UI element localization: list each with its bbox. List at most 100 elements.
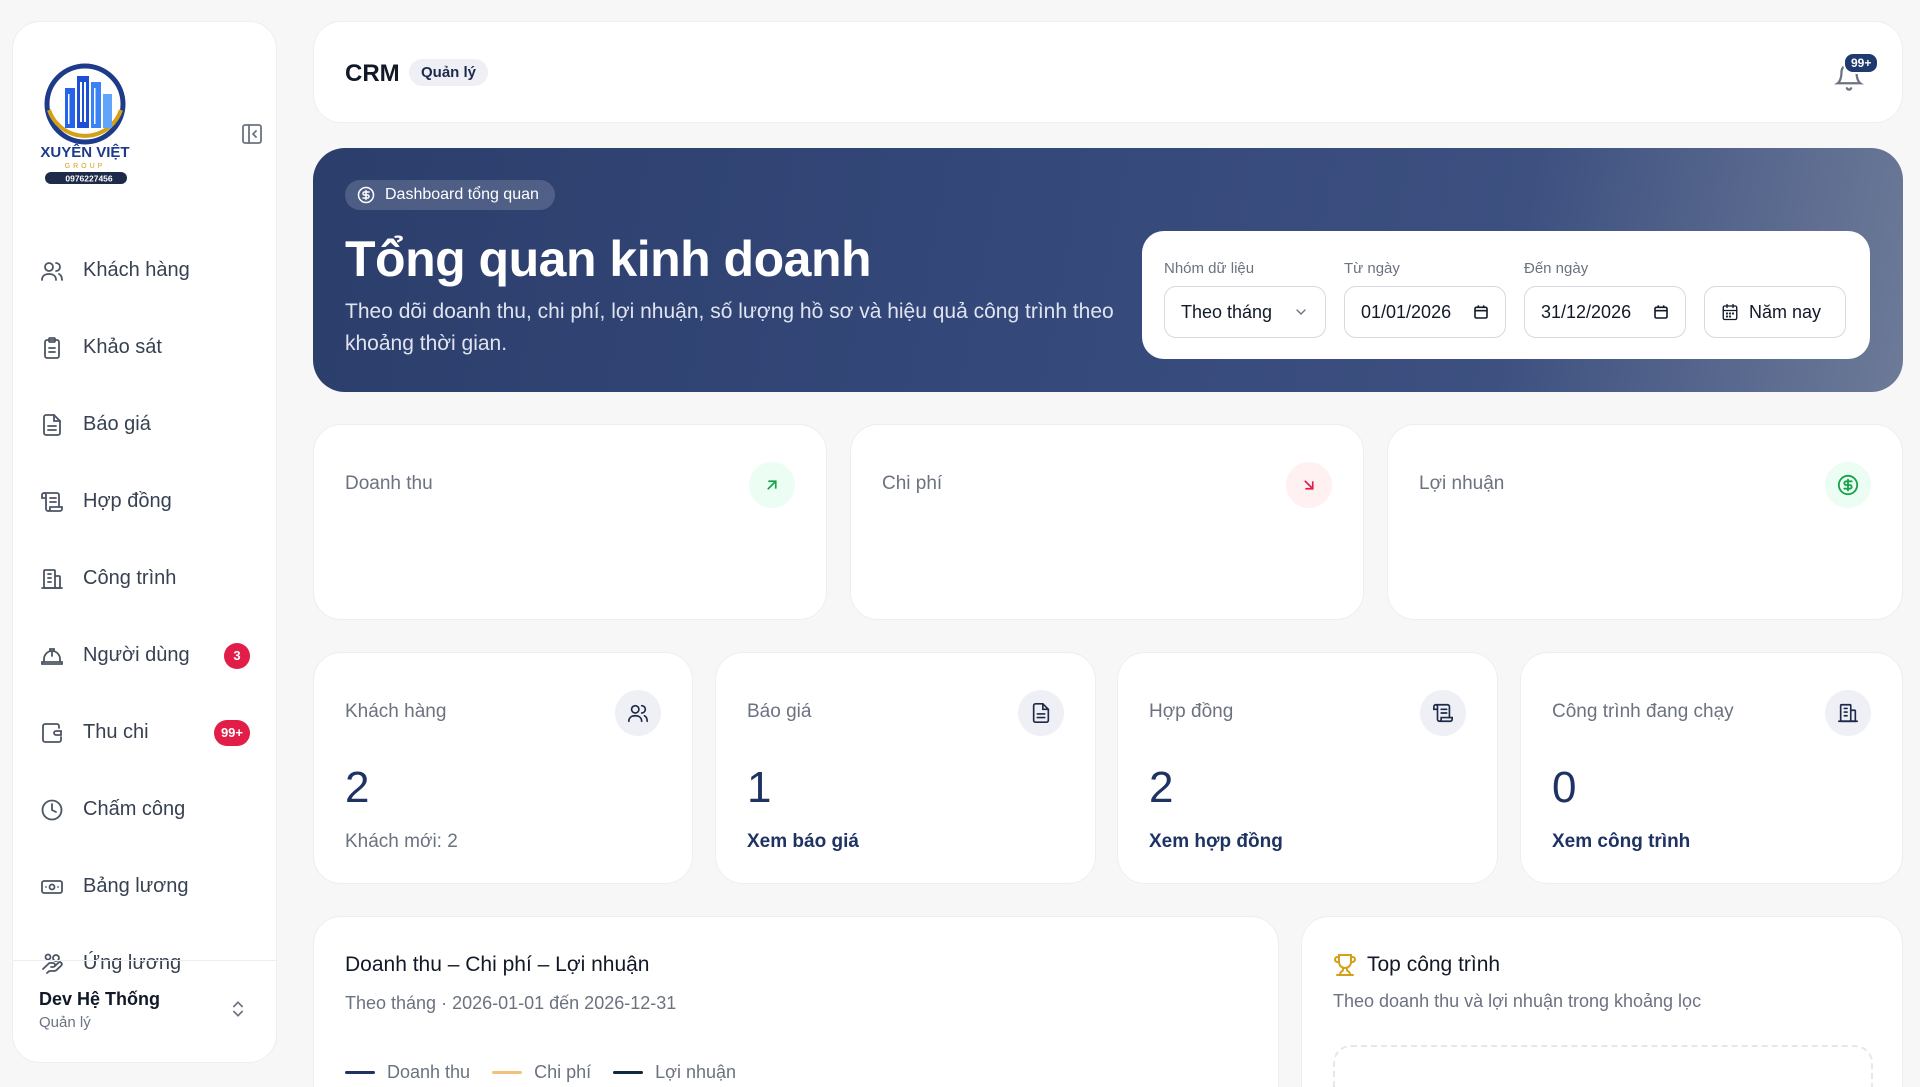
this-year-label: Năm nay — [1749, 301, 1822, 322]
legend-swatch — [492, 1071, 523, 1074]
chevron-down-icon — [1293, 304, 1309, 320]
panel-title: Top công trình — [1367, 953, 1501, 976]
stat-card-quotes: Báo giá 1 Xem báo giá — [715, 652, 1096, 884]
kpi-label: Chi phí — [882, 473, 943, 494]
sidebar-item-label: Chấm công — [83, 798, 186, 820]
sidebar-collapse-icon — [242, 124, 262, 144]
sidebar-item-label: Hợp đồng — [83, 490, 172, 512]
panel-subtitle: Theo tháng · 2026-01-01 đến 2026-12-31 — [345, 993, 677, 1013]
legend-swatch — [345, 1071, 375, 1074]
sidebar-item-bang-luong[interactable]: Bảng lương — [13, 848, 276, 925]
users-icon — [615, 690, 661, 736]
svg-text:XUYÊN VIỆT: XUYÊN VIỆT — [40, 143, 129, 161]
sidebar-item-khao-sat[interactable]: Khảo sát — [13, 309, 276, 386]
sidebar-item-thu-chi[interactable]: Thu chi 99+ — [13, 694, 276, 771]
view-projects-link[interactable]: Xem công trình — [1552, 831, 1690, 853]
app-title: CRM — [345, 60, 400, 87]
revenue-chart-panel: Doanh thu – Chi phí – Lợi nhuận Theo thá… — [313, 916, 1279, 1087]
new-customers-text: Khách mới: 2 — [345, 831, 458, 852]
building-icon — [39, 566, 65, 592]
svg-text:0976227456: 0976227456 — [65, 174, 113, 184]
calendar-days-icon — [1721, 303, 1739, 321]
dashboard-pill: Dashboard tổng quan — [345, 180, 555, 210]
legend-item-revenue[interactable]: Doanh thu — [345, 1062, 470, 1083]
sidebar-item-label: Bảng lương — [83, 875, 189, 897]
arrow-down-right-icon — [1286, 462, 1332, 508]
stat-value: 1 — [747, 763, 772, 812]
sidebar-item-khach-hang[interactable]: Khách hàng — [13, 232, 276, 309]
sidebar-item-label: Khảo sát — [83, 336, 162, 358]
notification-count-badge: 99+ — [213, 719, 250, 746]
calendar-icon[interactable] — [1473, 304, 1489, 320]
scroll-icon — [1420, 690, 1466, 736]
notifications-button[interactable]: 99+ — [1829, 52, 1880, 94]
user-name: Dev Hệ Thống — [39, 989, 161, 1009]
calendar-icon[interactable] — [1653, 304, 1669, 320]
panel-title-row: Top công trình — [1333, 953, 1500, 977]
sidebar-item-label: Thu chi — [83, 721, 149, 743]
kpi-label: Doanh thu — [345, 473, 433, 494]
banknote-icon — [39, 874, 65, 900]
group-label: Nhóm dữ liệu — [1164, 260, 1255, 277]
chevrons-up-down-icon — [228, 999, 248, 1024]
legend-item-expense[interactable]: Chi phí — [492, 1062, 591, 1083]
page-subtitle: Theo dõi doanh thu, chi phí, lợi nhuận, … — [345, 300, 1114, 355]
file-text-icon — [1018, 690, 1064, 736]
sidebar-item-cham-cong[interactable]: Chấm công — [13, 771, 276, 848]
kpi-card-expense: Chi phí — [850, 424, 1364, 620]
svg-text:GROUP: GROUP — [65, 163, 106, 170]
to-date-input[interactable]: 31/12/2026 — [1524, 286, 1686, 338]
file-text-icon — [39, 412, 65, 438]
users-icon — [39, 258, 65, 284]
wallet-icon — [39, 720, 65, 746]
dashboard-hero: Dashboard tổng quan Tổng quan kinh doanh… — [313, 148, 1903, 392]
collapse-sidebar-button[interactable] — [237, 119, 267, 149]
from-date-label: Từ ngày — [1344, 260, 1400, 277]
dashboard-pill-label: Dashboard tổng quan — [385, 186, 539, 203]
dollar-circle-icon — [1825, 462, 1871, 508]
from-date-value: 01/01/2026 — [1361, 301, 1452, 322]
sidebar-item-label: Người dùng — [83, 644, 190, 666]
company-logo[interactable]: XUYÊN VIỆT GROUP 0976227456 — [35, 58, 145, 186]
sidebar-item-bao-gia[interactable]: Báo giá — [13, 386, 276, 463]
legend-label: Doanh thu — [387, 1062, 471, 1082]
sidebar-item-nguoi-dung[interactable]: Người dùng 3 — [13, 617, 276, 694]
sidebar-item-label: Khách hàng — [83, 259, 190, 281]
panel-title: Doanh thu – Chi phí – Lợi nhuận — [345, 953, 650, 976]
clipboard-icon — [39, 335, 65, 361]
scroll-icon — [39, 489, 65, 515]
this-year-button[interactable]: Năm nay — [1704, 286, 1846, 338]
legend-label: Lợi nhuận — [655, 1062, 736, 1082]
stat-card-customers: Khách hàng 2 Khách mới: 2 — [313, 652, 693, 884]
legend-label: Chi phí — [534, 1062, 592, 1082]
notification-count-badge: 99+ — [1843, 52, 1880, 74]
stat-label: Hợp đồng — [1149, 701, 1234, 722]
building-icon — [1825, 690, 1871, 736]
arrow-up-right-icon — [749, 462, 795, 508]
stat-value: 2 — [345, 763, 370, 812]
topbar: CRM Quản lý 99+ — [313, 21, 1903, 123]
sidebar-item-hop-dong[interactable]: Hợp đồng — [13, 463, 276, 540]
sidebar-item-cong-trinh[interactable]: Công trình — [13, 540, 276, 617]
date-filter-panel: Nhóm dữ liệu Theo tháng Từ ngày 01/01/20… — [1142, 231, 1870, 359]
stat-label: Khách hàng — [345, 701, 447, 722]
kpi-card-profit: Lợi nhuận — [1387, 424, 1903, 620]
legend-item-profit[interactable]: Lợi nhuận — [613, 1062, 736, 1083]
dollar-circle-icon — [357, 186, 375, 204]
legend-swatch — [613, 1071, 644, 1074]
to-date-value: 31/12/2026 — [1541, 301, 1632, 322]
stat-value: 2 — [1149, 763, 1174, 812]
view-quotes-link[interactable]: Xem báo giá — [747, 831, 859, 853]
kpi-label: Lợi nhuận — [1419, 473, 1505, 494]
user-role: Quản lý — [39, 1014, 91, 1031]
sidebar-item-label: Báo giá — [83, 413, 151, 435]
stat-card-projects: Công trình đang chạy 0 Xem công trình — [1520, 652, 1903, 884]
notification-count-badge: 3 — [224, 642, 250, 669]
view-contracts-link[interactable]: Xem hợp đồng — [1149, 831, 1283, 853]
current-user-menu[interactable]: Dev Hệ Thống Quản lý — [13, 960, 276, 1062]
sidebar: XUYÊN VIỆT GROUP 0976227456 Khách hàng K… — [12, 21, 277, 1063]
from-date-input[interactable]: 01/01/2026 — [1344, 286, 1506, 338]
trophy-icon — [1333, 953, 1357, 977]
to-date-label: Đến ngày — [1524, 260, 1589, 277]
group-select[interactable]: Theo tháng — [1164, 286, 1326, 338]
